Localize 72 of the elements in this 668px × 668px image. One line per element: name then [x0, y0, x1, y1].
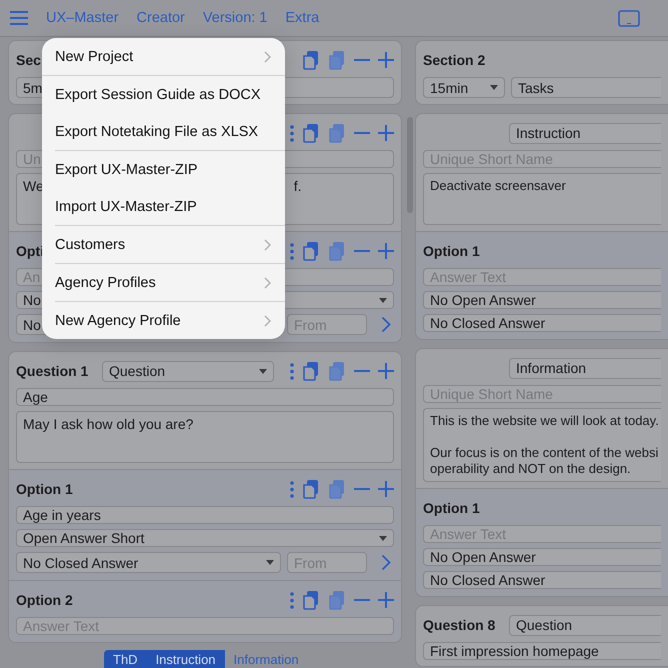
menu-item[interactable]: New Project [42, 38, 285, 75]
copy-icon[interactable] [302, 361, 320, 381]
menu-item[interactable]: Import UX-Master-ZIP [42, 188, 285, 225]
type-dropdown[interactable]: Question [102, 360, 274, 382]
document-icon[interactable] [328, 241, 346, 261]
text-field[interactable]: Age in years [16, 506, 394, 524]
text-area[interactable]: May I ask how old you are? [16, 411, 394, 463]
dropdown-arrow-icon [490, 85, 498, 90]
option-title: Option 1 [16, 481, 73, 497]
document-icon[interactable] [328, 479, 346, 499]
text-area[interactable]: Deactivate screensaver [423, 173, 661, 225]
section-title: Section 2 [423, 52, 486, 68]
segment-tab[interactable]: ThD [104, 650, 147, 668]
type-dropdown[interactable]: Instruction [509, 122, 661, 144]
dropdown[interactable]: No Closed Answer [423, 314, 661, 332]
menu-item[interactable]: Export Session Guide as DOCX [42, 76, 285, 113]
option-title: Option 1 [423, 243, 480, 259]
dropdown[interactable]: No Open Answer [423, 291, 661, 309]
more-icon[interactable] [290, 124, 294, 142]
more-icon[interactable] [290, 242, 294, 260]
copy-icon[interactable] [302, 123, 320, 143]
plus-icon[interactable] [378, 363, 394, 379]
tablet-icon[interactable] [618, 10, 640, 26]
menu-item[interactable]: Export Notetaking File as XLSX [42, 113, 285, 150]
menu-item[interactable]: New Agency Profile [42, 302, 285, 339]
copy-icon[interactable] [302, 479, 320, 499]
dropdown-arrow-icon [266, 560, 274, 565]
dropdown[interactable]: No Closed Answer [423, 571, 661, 589]
more-icon[interactable] [290, 592, 294, 608]
copy-icon[interactable] [302, 241, 320, 261]
dropdown-arrow-icon [259, 368, 267, 374]
card-title: Question 8 [423, 617, 496, 633]
dropdown[interactable]: No Open Answer [423, 548, 661, 566]
section-title: Sec [16, 52, 41, 68]
chevron-right-icon[interactable] [381, 554, 391, 571]
text-field[interactable]: First impression homepage [423, 642, 661, 660]
dropdown[interactable]: No Closed Answer [16, 552, 281, 573]
chevron-right-icon[interactable] [381, 316, 391, 333]
menu-item[interactable]: Export UX-Master-ZIP [42, 151, 285, 188]
menu-item[interactable]: Agency Profiles [42, 264, 285, 301]
chevron-right-icon [264, 314, 271, 326]
segment-tab[interactable]: Instruction [146, 650, 225, 668]
more-icon[interactable] [290, 362, 294, 380]
document-icon[interactable] [328, 590, 346, 610]
copy-icon[interactable] [302, 590, 320, 610]
type-dropdown[interactable]: Question [509, 614, 661, 636]
dropdown-arrow-icon [379, 298, 387, 302]
dropdown-arrow-icon [379, 536, 387, 540]
option-title: Option 1 [423, 500, 480, 516]
chevron-right-icon [264, 276, 271, 288]
document-icon[interactable] [328, 361, 346, 381]
text-field[interactable]: Tasks [511, 77, 661, 98]
type-dropdown[interactable]: Information [509, 358, 661, 378]
chevron-right-icon [264, 50, 271, 62]
menu-item[interactable]: Customers [42, 226, 285, 263]
plus-icon[interactable] [378, 125, 394, 141]
copy-icon[interactable] [302, 50, 320, 70]
menu-icon[interactable] [10, 11, 28, 25]
plus-icon[interactable] [378, 481, 394, 497]
document-icon[interactable] [328, 50, 346, 70]
plus-icon[interactable] [378, 243, 394, 259]
card-title: Question 1 [16, 363, 90, 379]
duration-dropdown[interactable]: 15min [423, 77, 505, 98]
text-area[interactable]: This is the website we will look at today. Our focus is on the content of the websi operability and NOT on the design. [423, 408, 661, 482]
plus-icon[interactable] [378, 592, 394, 608]
chevron-right-icon [264, 238, 271, 250]
document-icon[interactable] [328, 123, 346, 143]
option-title: Option 2 [16, 592, 73, 608]
dropdown[interactable]: Open Answer Short [16, 529, 394, 547]
more-icon[interactable] [290, 480, 294, 498]
text-field[interactable]: Age [16, 388, 394, 406]
plus-icon[interactable] [378, 52, 394, 68]
